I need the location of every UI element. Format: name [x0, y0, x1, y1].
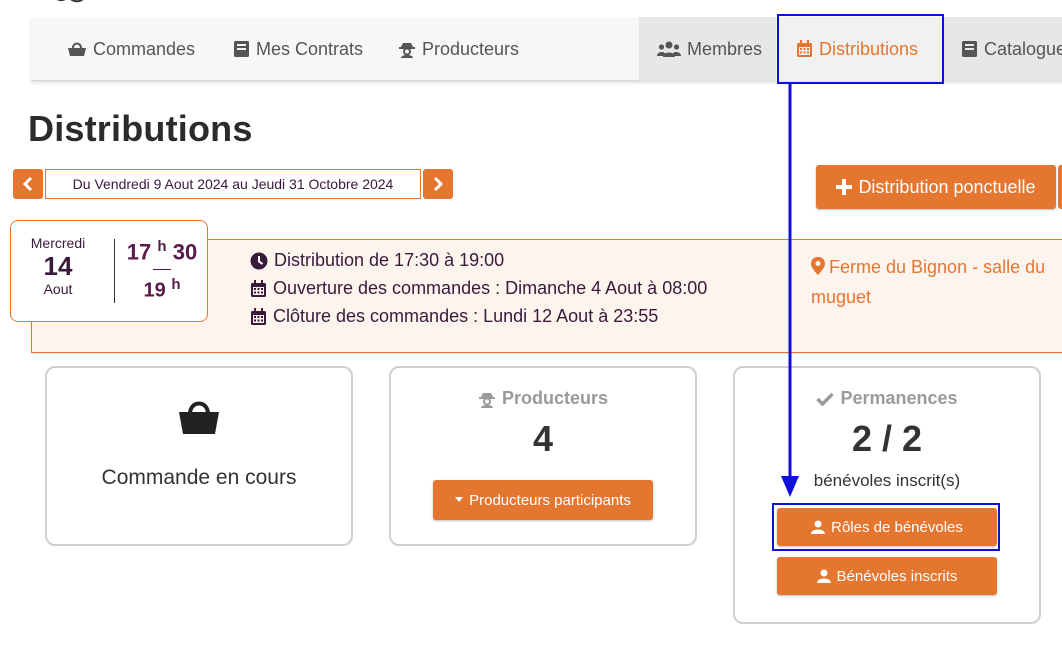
day-number: 14	[43, 251, 73, 281]
nav-commandes[interactable]: Commandes	[67, 17, 195, 81]
producers-card-title: Producteurs	[501, 388, 609, 408]
participating-producers-label: Producteurs participants	[469, 491, 631, 509]
date-range-label: Du Vendredi 9 Aout 2024 au Jeudi 31 Octo…	[45, 169, 421, 199]
distribution-place-link[interactable]: Ferme du Bignon - salle du muguet	[811, 252, 1061, 312]
order-card: Commande en cours	[45, 366, 353, 546]
clock-icon	[250, 252, 268, 269]
day-name: Mercredi	[30, 235, 86, 251]
basket-icon	[68, 42, 86, 56]
nav-producteurs[interactable]: Producteurs	[398, 17, 519, 81]
place-text: Ferme du Bignon - salle du muguet	[811, 257, 1046, 307]
nav-catalogue[interactable]: Catalogue	[944, 17, 1062, 81]
order-status-label: Commande en cours	[101, 466, 297, 489]
start-minutes: 30	[172, 239, 198, 265]
orders-closing-text: Clôture des commandes : Lundi 12 Aout à …	[273, 306, 659, 326]
registered-volunteers-label: Bénévoles inscrits	[836, 567, 958, 585]
users-icon	[657, 41, 681, 57]
page-title: Distributions	[28, 108, 253, 149]
nav-catalogue-label: Catalogue	[984, 38, 1062, 59]
nav-commandes-label: Commandes	[93, 38, 196, 59]
annotation-highlight-distributions	[777, 14, 944, 84]
check-icon	[816, 392, 835, 406]
date-separator	[114, 239, 115, 303]
distribution-date-card: Mercredi 14 Aout 17 h 30 19 h	[10, 220, 208, 322]
new-distribution-label: Distribution ponctuelle	[858, 176, 1036, 197]
orders-opening-text: Ouverture des commandes : Dimanche 4 Aou…	[273, 278, 708, 298]
book-icon	[234, 41, 249, 57]
permanences-card-title: Permanences	[840, 388, 958, 408]
registered-volunteers-button[interactable]: Bénévoles inscrits	[777, 557, 997, 595]
annotation-arrow	[781, 82, 799, 497]
month-name: Aout	[43, 281, 73, 297]
orders-closing-line: Clôture des commandes : Lundi 12 Aout à …	[250, 306, 658, 327]
nav-contrats-label: Mes Contrats	[256, 38, 364, 59]
chevron-left-icon	[22, 177, 33, 191]
catalogue-icon	[962, 41, 977, 57]
chevron-right-icon	[433, 177, 444, 191]
logo	[57, 0, 84, 3]
new-distribution-button[interactable]: Distribution ponctuelle	[816, 165, 1056, 209]
farmer-icon	[478, 392, 495, 408]
plus-icon	[836, 179, 853, 195]
calendar-icon	[251, 307, 266, 325]
time-divider	[153, 269, 171, 271]
nav-membres[interactable]: Membres	[639, 17, 776, 81]
start-hour: 17	[126, 239, 152, 265]
end-hour: 19	[143, 279, 166, 302]
basket-icon	[179, 401, 219, 434]
calendar-icon	[251, 279, 266, 297]
producers-count: 4	[532, 418, 554, 459]
end-time: 19 h	[117, 274, 207, 302]
user-icon	[816, 569, 831, 583]
orders-opening-line: Ouverture des commandes : Dimanche 4 Aou…	[250, 278, 707, 299]
start-time: 17 h 30	[117, 233, 207, 266]
extra-button-edge[interactable]	[1058, 165, 1062, 209]
producers-card-header: Producteurs	[391, 388, 695, 409]
caret-down-icon	[455, 497, 464, 502]
start-hour-suffix: h	[157, 238, 167, 255]
annotation-highlight-roles	[772, 503, 1000, 551]
prev-period-button[interactable]	[13, 169, 43, 199]
nav-membres-label: Membres	[687, 38, 763, 59]
farmer-icon	[399, 43, 415, 58]
participating-producers-button[interactable]: Producteurs participants	[433, 480, 653, 520]
distribution-time-line: Distribution de 17:30 à 19:00	[250, 250, 504, 271]
nav-mes-contrats[interactable]: Mes Contrats	[233, 17, 363, 81]
producers-card: Producteurs 4 Producteurs participants	[389, 366, 697, 546]
next-period-button[interactable]	[423, 169, 453, 199]
map-marker-icon	[811, 257, 825, 275]
time-block: 17 h 30 19 h	[117, 233, 207, 302]
nav-producteurs-label: Producteurs	[422, 38, 520, 59]
date-block: Mercredi 14 Aout	[11, 235, 105, 297]
distribution-time-text: Distribution de 17:30 à 19:00	[274, 250, 505, 270]
end-hour-suffix: h	[171, 276, 181, 294]
